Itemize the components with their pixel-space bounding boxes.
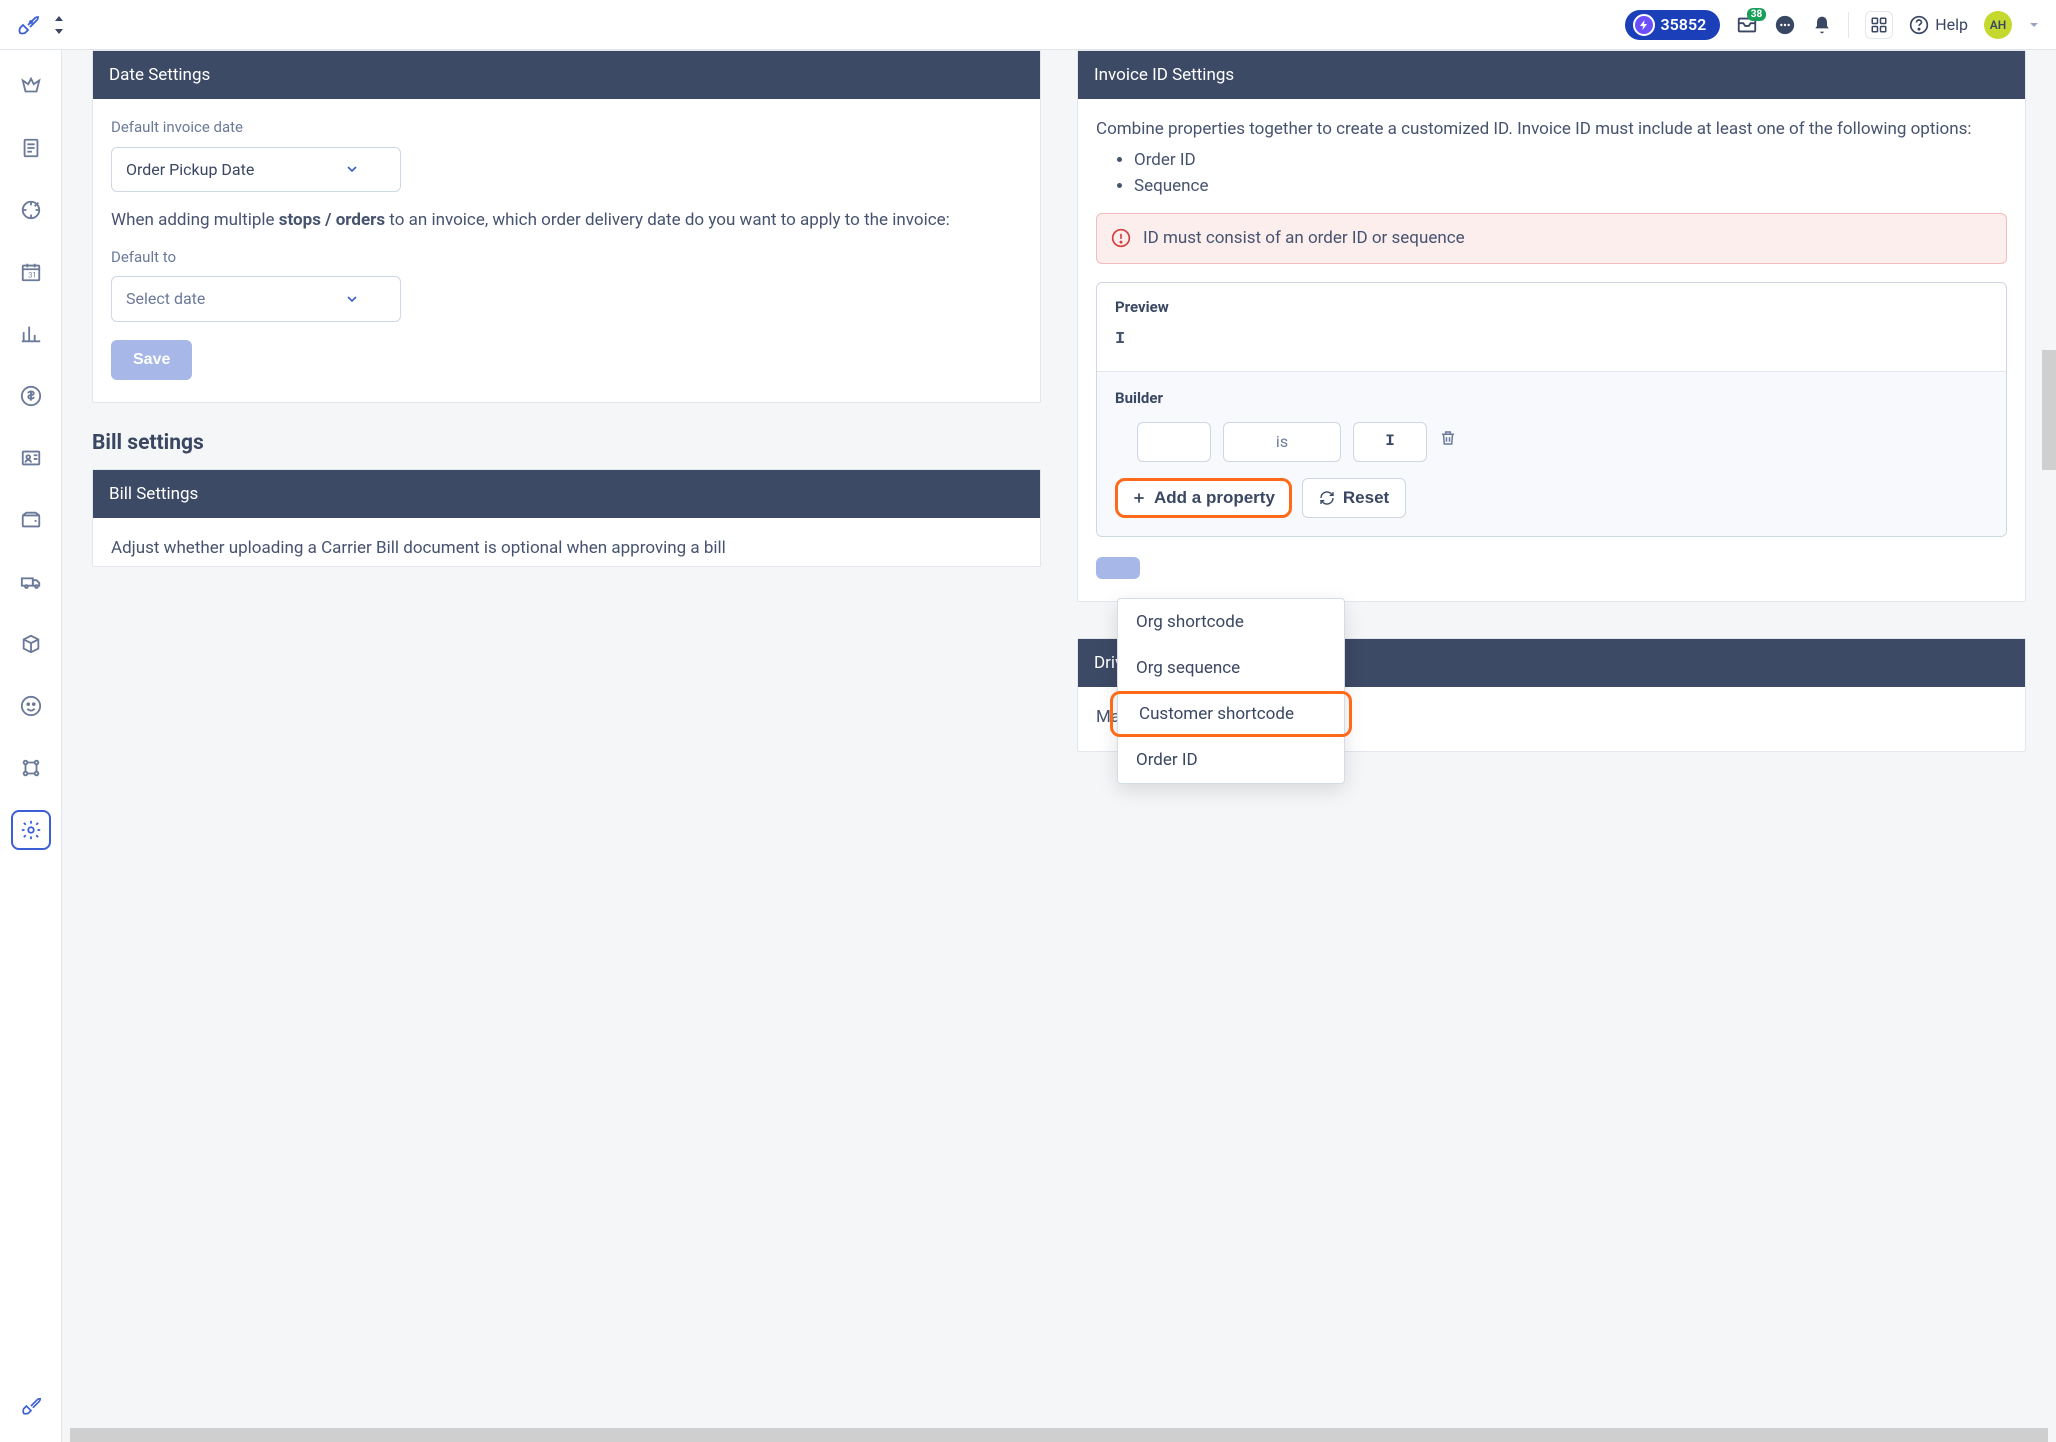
caret-down-icon[interactable] <box>2028 19 2040 31</box>
alert-icon <box>1111 228 1131 248</box>
chevron-down-icon <box>344 291 360 307</box>
invoice-id-intro: Combine properties together to create a … <box>1096 117 2007 142</box>
refresh-icon <box>1319 490 1335 506</box>
sidebar-tray-icon[interactable] <box>11 66 51 106</box>
rocket-icon[interactable] <box>16 13 40 37</box>
vertical-scrollbar[interactable] <box>2042 50 2056 1428</box>
builder-label: Builder <box>1115 388 1988 410</box>
bill-settings-card: Bill Settings Adjust whether uploading a… <box>92 469 1041 568</box>
points-value: 35852 <box>1661 15 1707 34</box>
help-link[interactable]: Help <box>1909 15 1968 35</box>
builder-slot-1[interactable] <box>1137 422 1211 462</box>
reset-button[interactable]: Reset <box>1302 478 1406 518</box>
required-list: Order ID Sequence <box>1134 148 2007 199</box>
topbar: 35852 38 Help AH <box>0 0 2056 50</box>
default-invoice-date-label: Default invoice date <box>111 117 1022 139</box>
sidebar-network-icon[interactable] <box>11 748 51 788</box>
preview-value: I <box>1115 328 1988 353</box>
sidebar-dollar-icon[interactable] <box>11 376 51 416</box>
default-to-label: Default to <box>111 247 1022 269</box>
sidebar-document-icon[interactable] <box>11 128 51 168</box>
plus-icon <box>1132 491 1146 505</box>
sidebar: 31 <box>0 50 62 1442</box>
dropdown-org-sequence[interactable]: Org sequence <box>1118 645 1344 691</box>
preview-label: Preview <box>1115 297 1988 319</box>
inbox-icon[interactable]: 38 <box>1736 14 1758 36</box>
dropdown-customer-shortcode[interactable]: Customer shortcode <box>1110 691 1352 737</box>
validation-alert: ID must consist of an order ID or sequen… <box>1096 213 2007 264</box>
add-property-button[interactable]: Add a property <box>1115 478 1292 518</box>
invoice-id-card: Invoice ID Settings Combine properties t… <box>1077 50 2026 602</box>
sidebar-target-icon[interactable] <box>11 190 51 230</box>
bell-icon[interactable] <box>1812 14 1832 36</box>
preview-builder-box: Preview I Builder is I <box>1096 282 2007 537</box>
svg-text:31: 31 <box>28 271 36 280</box>
builder-slot-2[interactable]: is <box>1223 422 1341 462</box>
bill-settings-text: Adjust whether uploading a Carrier Bill … <box>111 536 1022 561</box>
bill-settings-header: Bill Settings <box>93 470 1040 518</box>
chat-icon[interactable] <box>1774 14 1796 36</box>
date-settings-card: Date Settings Default invoice date Order… <box>92 50 1041 403</box>
sidebar-truck-icon[interactable] <box>11 562 51 602</box>
apps-icon[interactable] <box>1865 11 1893 39</box>
sidebar-id-icon[interactable] <box>11 438 51 478</box>
property-dropdown: Org shortcode Org sequence Customer shor… <box>1117 598 1345 784</box>
sort-icon[interactable] <box>52 16 66 34</box>
sidebar-settings-icon[interactable] <box>11 810 51 850</box>
sidebar-calendar-icon[interactable]: 31 <box>11 252 51 292</box>
content-area: Date Settings Default invoice date Order… <box>62 50 2056 1442</box>
sidebar-chart-icon[interactable] <box>11 314 51 354</box>
save-button-date[interactable]: Save <box>111 340 192 380</box>
horizontal-scrollbar[interactable] <box>62 1428 2056 1442</box>
invoice-id-header: Invoice ID Settings <box>1078 51 2025 99</box>
points-pill[interactable]: 35852 <box>1625 10 1721 40</box>
date-settings-header: Date Settings <box>93 51 1040 99</box>
help-icon <box>1909 15 1929 35</box>
bolt-icon <box>1633 14 1655 36</box>
dropdown-order-id[interactable]: Order ID <box>1118 737 1344 783</box>
dropdown-org-shortcode[interactable]: Org shortcode <box>1118 599 1344 645</box>
save-button-invoice[interactable] <box>1096 557 1140 579</box>
sidebar-rocket-bottom-icon[interactable] <box>11 1386 51 1426</box>
sidebar-wallet-icon[interactable] <box>11 500 51 540</box>
bill-section-title: Bill settings <box>92 431 1041 455</box>
chevron-down-icon <box>344 161 360 177</box>
default-to-select[interactable]: Select date <box>111 276 401 321</box>
delete-row-icon[interactable] <box>1439 429 1457 455</box>
sidebar-face-icon[interactable] <box>11 686 51 726</box>
notif-badge: 38 <box>1747 8 1766 21</box>
multi-stops-text: When adding multiple stops / orders to a… <box>111 208 1022 233</box>
avatar[interactable]: AH <box>1984 11 2012 39</box>
builder-slot-3[interactable]: I <box>1353 422 1427 462</box>
sidebar-package-icon[interactable] <box>11 624 51 664</box>
default-invoice-date-select[interactable]: Order Pickup Date <box>111 147 401 192</box>
